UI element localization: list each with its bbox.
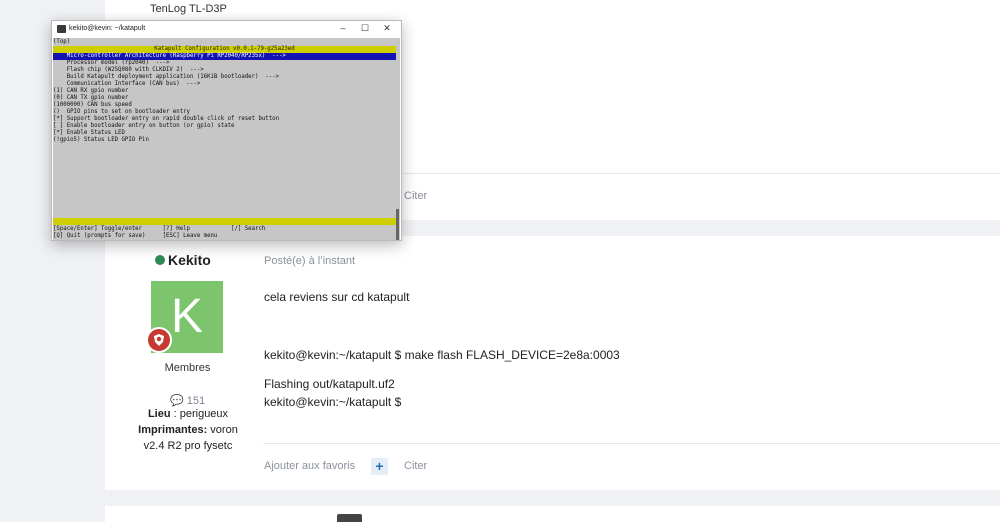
- add-icon[interactable]: +: [371, 458, 388, 475]
- top-tag: (Top): [53, 39, 71, 45]
- menu-item[interactable]: (1) CAN RX gpio number: [53, 88, 396, 95]
- terminal-window[interactable]: kekito@kevin: ~/katapult – ☐ ✕ (Top) Kat…: [51, 20, 402, 241]
- menu-item[interactable]: Processor model (rp2040) --->: [53, 60, 396, 67]
- minimize-icon[interactable]: –: [336, 23, 350, 33]
- printers-value: voron: [207, 424, 238, 436]
- window-title: kekito@kevin: ~/katapult: [69, 25, 146, 32]
- post-text-line: kekito@kevin:~/katapult $ make flash FLA…: [264, 348, 620, 362]
- footer-help: [Space/Enter] Toggle/enter [?] Help [/] …: [53, 226, 266, 232]
- window-titlebar[interactable]: kekito@kevin: ~/katapult – ☐ ✕: [52, 21, 401, 38]
- add-favorite-button[interactable]: Ajouter aux favoris: [264, 460, 355, 472]
- online-status-icon: [155, 255, 165, 265]
- member-group: Membres: [164, 362, 211, 374]
- post-text-line: Flashing out/katapult.uf2: [264, 377, 395, 391]
- post-date[interactable]: Posté(e) à l’instant: [264, 255, 355, 267]
- location-line: Lieu : perigueux: [134, 406, 242, 422]
- menu-item[interactable]: [*] Enable Status LED: [53, 130, 396, 137]
- floating-button[interactable]: [337, 514, 362, 522]
- menu-item[interactable]: () GPIO pins to set on bootloader entry: [53, 109, 396, 116]
- menu-item[interactable]: Build Katapult deployment application (1…: [53, 74, 396, 81]
- close-icon[interactable]: ✕: [380, 23, 394, 34]
- menu-item[interactable]: (!gpio5) Status LED GPIO Pin: [53, 137, 396, 144]
- post-text-line: cela reviens sur cd katapult: [264, 290, 410, 304]
- menu-item[interactable]: [ ] Enable bootloader entry on button (o…: [53, 123, 396, 130]
- divider: [263, 443, 1000, 444]
- terminal-app-icon: [57, 25, 66, 33]
- footer-help: [Q] Quit (prompts for save) [ESC] Leave …: [53, 233, 218, 239]
- printers-label: Imprimantes:: [138, 424, 208, 436]
- menu-item[interactable]: Flash chip (W25Q080 with CLKDIV 2) --->: [53, 67, 396, 74]
- rank-badge-icon: [146, 327, 172, 353]
- terminal-content[interactable]: (Top) Katapult Configuration v0.0.1-79-g…: [53, 38, 400, 240]
- post-card-next: [105, 506, 1000, 522]
- menu-item[interactable]: Communication Interface (CAN bus) --->: [53, 81, 396, 88]
- menu-item[interactable]: [*] Support bootloader entry on rapid do…: [53, 116, 396, 123]
- post-text-line: kekito@kevin:~/katapult $: [264, 395, 402, 409]
- menu-item[interactable]: (1000000) CAN bus speed: [53, 102, 396, 109]
- maximize-icon[interactable]: ☐: [358, 23, 372, 34]
- menu-item[interactable]: (0) CAN TX gpio number: [53, 95, 396, 102]
- config-title: Katapult Configuration v0.0.1-79-g25a23e…: [53, 46, 396, 53]
- status-bar: [53, 218, 396, 225]
- menu-item-selected[interactable]: Micro-controller Architecture (Raspberry…: [53, 53, 396, 60]
- location-label: Lieu: [147, 408, 171, 420]
- printers-line-2: v2.4 R2 pro fysetc: [143, 440, 233, 452]
- printer-name: TenLog TL-D3P: [150, 3, 227, 15]
- cite-button[interactable]: Citer: [404, 190, 427, 202]
- scrollbar[interactable]: [396, 209, 399, 240]
- author-name[interactable]: Kekito: [155, 252, 211, 268]
- avatar-letter: K: [170, 290, 203, 343]
- cite-button[interactable]: Citer: [404, 460, 427, 472]
- printers-line: Imprimantes: voron: [134, 422, 242, 438]
- location-value: : perigueux: [170, 408, 229, 420]
- author-label[interactable]: Kekito: [168, 252, 211, 268]
